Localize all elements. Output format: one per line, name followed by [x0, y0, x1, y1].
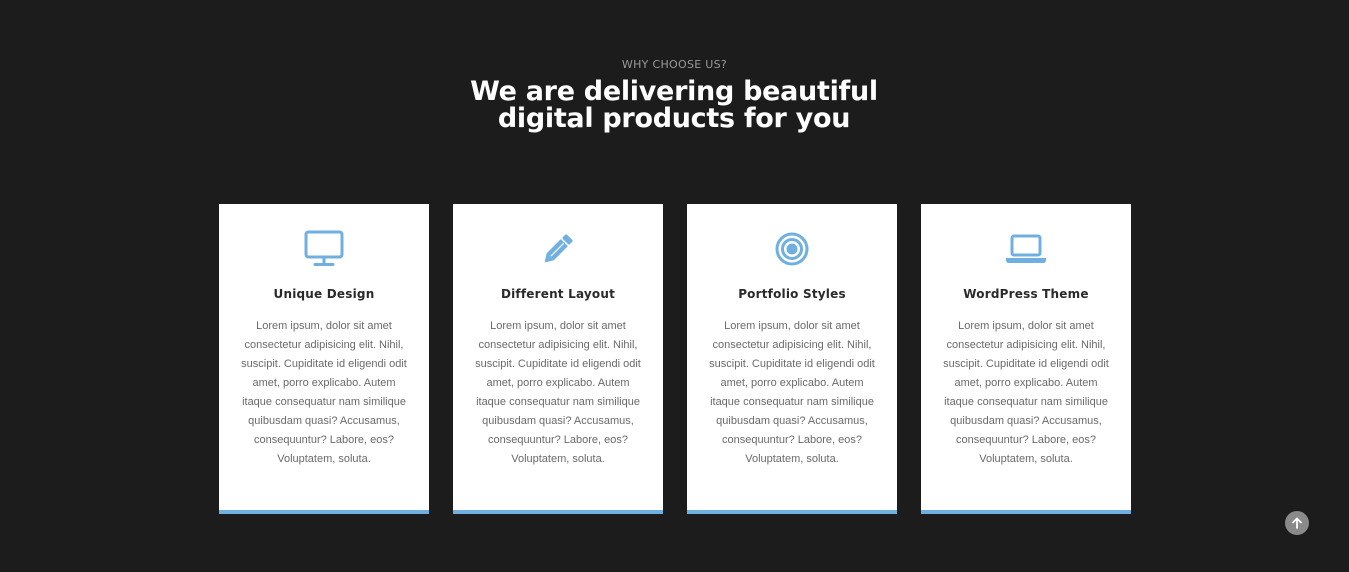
section-headline: We are delivering beautiful digital prod… — [470, 76, 878, 134]
feature-title: Portfolio Styles — [738, 287, 846, 301]
scroll-to-top-button[interactable] — [1285, 511, 1309, 535]
feature-card-different-layout: Different Layout Lorem ipsum, dolor sit … — [453, 204, 663, 514]
pencil-icon — [544, 234, 573, 263]
target-icon — [775, 232, 809, 266]
feature-card-unique-design: Unique Design Lorem ipsum, dolor sit ame… — [219, 204, 429, 514]
feature-card-portfolio-styles: Portfolio Styles Lorem ipsum, dolor sit … — [687, 204, 897, 514]
arrow-up-icon — [1292, 517, 1302, 529]
laptop-icon — [1006, 234, 1046, 263]
feature-description: Lorem ipsum, dolor sit amet consectetur … — [943, 320, 1109, 465]
feature-title: Unique Design — [273, 287, 375, 301]
section-eyebrow: WHY CHOOSE US? — [621, 58, 728, 71]
feature-card-wordpress-theme: WordPress Theme Lorem ipsum, dolor sit a… — [921, 204, 1131, 514]
feature-description: Lorem ipsum, dolor sit amet consectetur … — [475, 320, 641, 465]
feature-description: Lorem ipsum, dolor sit amet consectetur … — [241, 320, 407, 465]
feature-title: Different Layout — [500, 287, 616, 301]
feature-title: WordPress Theme — [963, 287, 1089, 301]
feature-description: Lorem ipsum, dolor sit amet consectetur … — [709, 320, 875, 465]
desktop-monitor-icon — [304, 230, 344, 266]
